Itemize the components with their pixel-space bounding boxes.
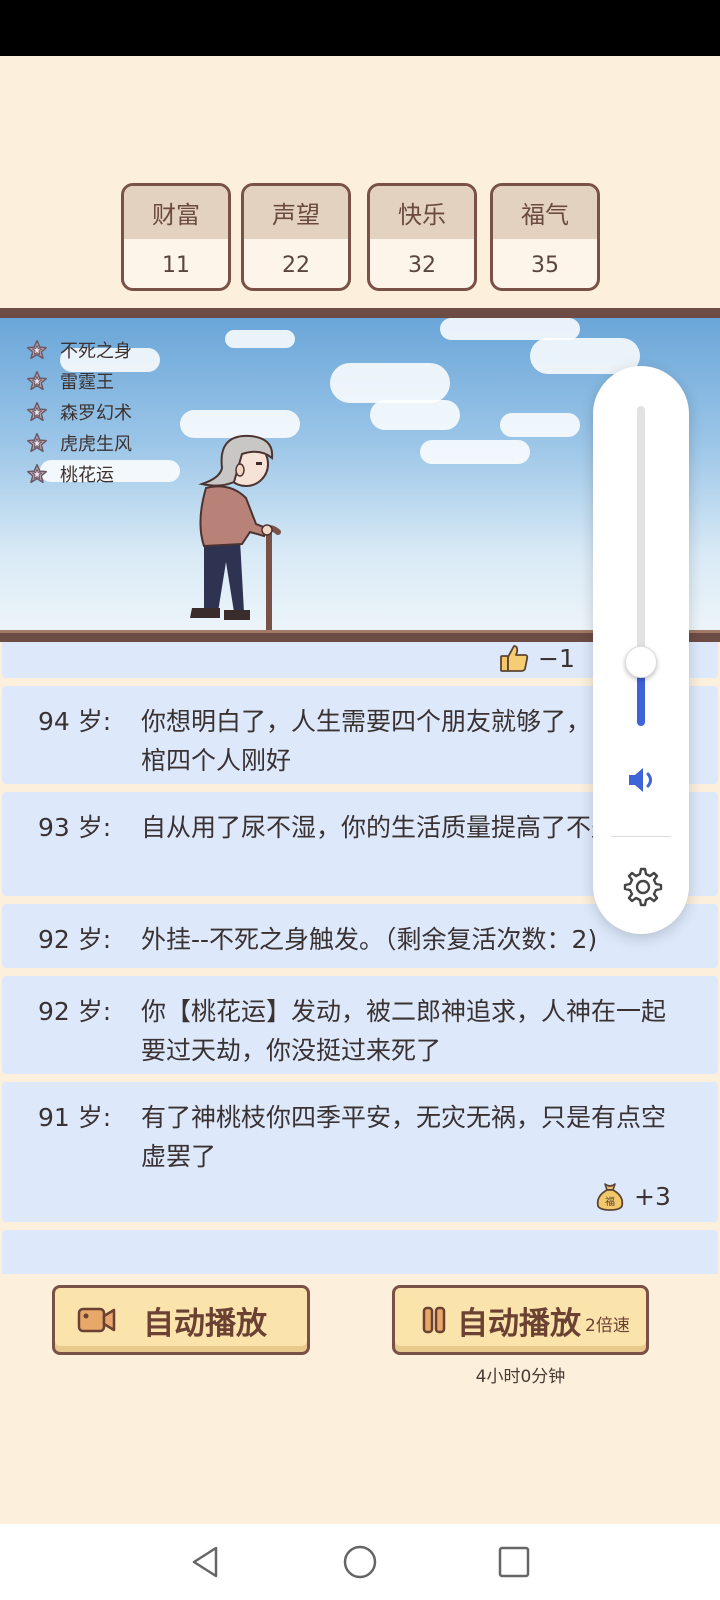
recents-icon[interactable] <box>494 1542 534 1582</box>
stat-card-reputation: 声望 22 <box>241 183 351 291</box>
cheat-item: 雷霆王 <box>26 365 132 396</box>
log-text: 你【桃花运】发动，被二郎神追求，人神在一起要过天劫，你没挺过来死了 <box>141 997 667 1065</box>
stat-value: 32 <box>408 252 436 278</box>
cheat-item: 虎虎生风 <box>26 427 132 458</box>
stat-label: 快乐 <box>370 186 474 239</box>
back-icon[interactable] <box>186 1542 226 1582</box>
status-bar <box>0 0 720 56</box>
volume-slider-thumb[interactable] <box>625 646 657 678</box>
log-age: 91 岁: <box>38 1103 112 1132</box>
scene-border <box>0 308 720 318</box>
cheat-label: 森罗幻术 <box>60 402 132 424</box>
video-camera-icon <box>77 1307 116 1333</box>
star-icon <box>27 432 47 452</box>
system-nav-bar <box>0 1524 720 1600</box>
cheat-item: 桃花运 <box>26 458 132 489</box>
log-age: 93 岁: <box>38 813 112 842</box>
reward-value: +3 <box>634 1181 671 1211</box>
log-entry: 91 岁: 有了神桃枝你四季平安，无灾无祸，只是有点空虚罢了 福 +3 <box>2 1082 718 1222</box>
remaining-time: 4小时0分钟 <box>475 1367 566 1387</box>
star-icon <box>27 339 47 359</box>
auto-play-label: 自动播放 <box>143 1305 267 1342</box>
elderly-character <box>190 434 281 632</box>
cheat-item: 不死之身 <box>26 334 132 365</box>
auto-play-button[interactable]: 自动播放 <box>52 1285 310 1355</box>
log-text: 有了神桃枝你四季平安，无灾无祸，只是有点空虚罢了 <box>141 1103 667 1171</box>
reward: −1 <box>498 642 575 674</box>
stat-value: 35 <box>531 252 559 278</box>
fast-auto-play-label: 自动播放 <box>457 1305 581 1342</box>
stat-value: 22 <box>282 252 310 278</box>
stat-card-wealth: 财富 11 <box>121 183 231 291</box>
luck-bag-label: 福 <box>605 1195 615 1208</box>
home-icon[interactable] <box>340 1542 380 1582</box>
cheat-label: 不死之身 <box>60 340 132 362</box>
log-entry <box>2 1230 718 1274</box>
divider <box>611 836 671 837</box>
log-age: 94 岁: <box>38 707 112 736</box>
cheat-list: 不死之身 雷霆王 森罗幻术 虎虎生风 桃花运 <box>26 334 132 489</box>
luck-bag-icon: 福 <box>596 1183 624 1211</box>
log-entry: 92 岁: 你【桃花运】发动，被二郎神追求，人神在一起要过天劫，你没挺过来死了 <box>2 976 718 1074</box>
reward-value: −1 <box>538 643 575 673</box>
stat-label: 福气 <box>493 186 597 239</box>
pause-icon <box>422 1306 446 1334</box>
thumbs-up-icon <box>500 645 529 672</box>
stat-card-happiness: 快乐 32 <box>367 183 477 291</box>
star-icon <box>27 463 47 483</box>
cheat-label: 虎虎生风 <box>60 433 132 455</box>
cheat-label: 雷霆王 <box>60 371 114 393</box>
fast-auto-play-button[interactable]: 自动播放 2倍速 <box>392 1285 649 1355</box>
cheat-label: 桃花运 <box>60 464 114 486</box>
log-age: 92 岁: <box>38 925 112 954</box>
stat-value: 11 <box>162 252 190 278</box>
speed-label: 2倍速 <box>585 1315 630 1336</box>
stat-label: 声望 <box>244 186 348 239</box>
speaker-icon[interactable] <box>623 762 659 798</box>
cheat-item: 森罗幻术 <box>26 396 132 427</box>
gear-icon[interactable] <box>619 864 663 908</box>
stat-label: 财富 <box>124 186 228 239</box>
star-icon <box>27 370 47 390</box>
reward: 福 +3 <box>594 1180 671 1212</box>
volume-panel <box>593 366 689 934</box>
log-age: 92 岁: <box>38 997 112 1026</box>
star-icon <box>27 401 47 421</box>
stat-card-fortune: 福气 35 <box>490 183 600 291</box>
